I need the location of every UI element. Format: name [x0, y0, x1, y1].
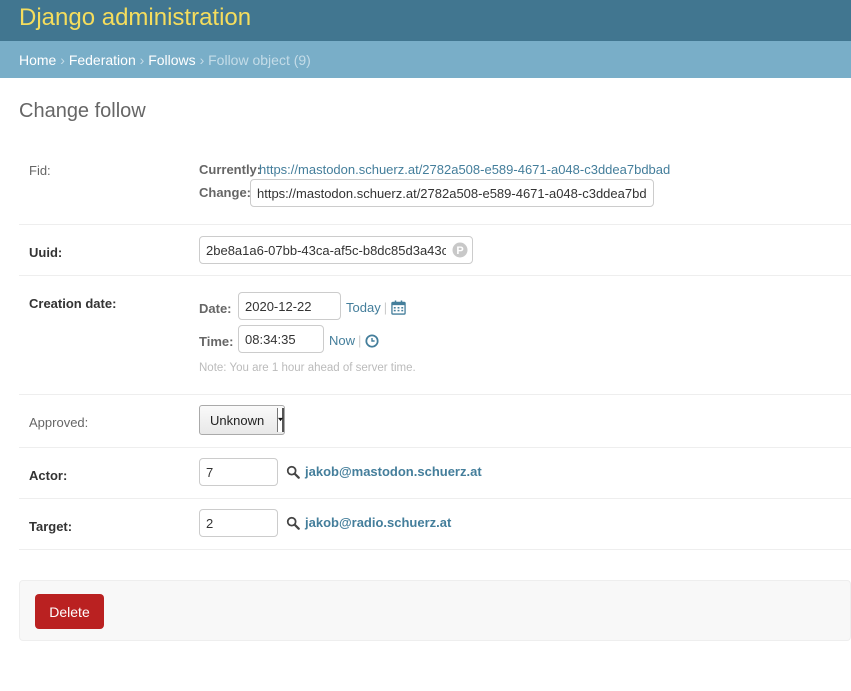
form-row-uuid: Uuid: P — [19, 225, 851, 276]
fid-change-label: Change: — [199, 185, 251, 200]
delete-button[interactable]: Delete — [35, 594, 104, 629]
fid-input[interactable] — [250, 179, 654, 207]
breadcrumb-separator: › — [139, 52, 145, 68]
search-icon[interactable] — [286, 465, 300, 482]
p-badge-icon[interactable]: P — [452, 242, 468, 261]
search-icon[interactable] — [286, 516, 300, 533]
time-input[interactable] — [238, 325, 324, 353]
date-label: Date: — [199, 301, 232, 316]
chevron-down-icon — [277, 408, 284, 432]
approved-label: Approved: — [29, 415, 89, 430]
date-input[interactable] — [238, 292, 341, 320]
fid-currently-link[interactable]: https://mastodon.schuerz.at/2782a508-e58… — [259, 162, 670, 177]
time-shortcuts: Now | — [329, 333, 364, 348]
form-row-approved: Approved: Unknown — [19, 395, 851, 448]
breadcrumb-separator: › — [60, 52, 65, 68]
uuid-label: Uuid: — [29, 245, 63, 260]
clock-icon[interactable] — [365, 334, 379, 351]
breadcrumb-current: Follow object (9) — [208, 52, 311, 68]
approved-selected-value: Unknown — [210, 413, 265, 428]
site-name[interactable]: Django administration — [19, 4, 251, 32]
timezone-note: Note: You are 1 hour ahead of server tim… — [199, 362, 416, 374]
uuid-input[interactable] — [199, 236, 473, 264]
fid-currently-label: Currently: — [199, 162, 262, 177]
creation-date-label: Creation date: — [29, 296, 117, 311]
approved-select[interactable]: Unknown — [199, 405, 285, 435]
shortcut-separator: | — [383, 300, 388, 315]
svg-text:P: P — [456, 245, 463, 257]
breadcrumb-app[interactable]: Federation — [69, 52, 136, 68]
actor-link[interactable]: jakob@mastodon.schuerz.at — [305, 464, 482, 479]
form-row-creation-date: Creation date: Date: Today| Time: Now| N… — [19, 276, 851, 395]
target-link[interactable]: jakob@radio.schuerz.at — [305, 515, 451, 530]
form-row-target: Target: jakob@radio.schuerz.at — [19, 499, 851, 550]
date-shortcuts: Today | — [346, 300, 390, 315]
now-link[interactable]: Now — [329, 333, 355, 348]
target-label: Target: — [29, 519, 73, 534]
breadcrumb-home[interactable]: Home — [19, 52, 56, 68]
breadcrumb-separator: › — [199, 52, 205, 68]
today-link[interactable]: Today — [346, 300, 381, 315]
breadcrumb: Home › Federation › Follows › Follow obj… — [0, 41, 851, 78]
page-title: Change follow — [19, 100, 146, 122]
submit-row: Delete — [19, 580, 851, 641]
form-row-actor: Actor: jakob@mastodon.schuerz.at — [19, 448, 851, 499]
time-label: Time: — [199, 334, 234, 349]
form-row-fid: Fid: Currently: https://mastodon.schuerz… — [19, 148, 851, 225]
target-input[interactable] — [199, 509, 278, 537]
header: Django administration — [0, 0, 851, 41]
breadcrumb-model[interactable]: Follows — [148, 52, 195, 68]
shortcut-separator: | — [358, 333, 362, 348]
actor-input[interactable] — [199, 458, 278, 486]
fid-label: Fid: — [29, 163, 51, 178]
actor-label: Actor: — [29, 468, 68, 483]
calendar-icon[interactable] — [391, 300, 406, 318]
